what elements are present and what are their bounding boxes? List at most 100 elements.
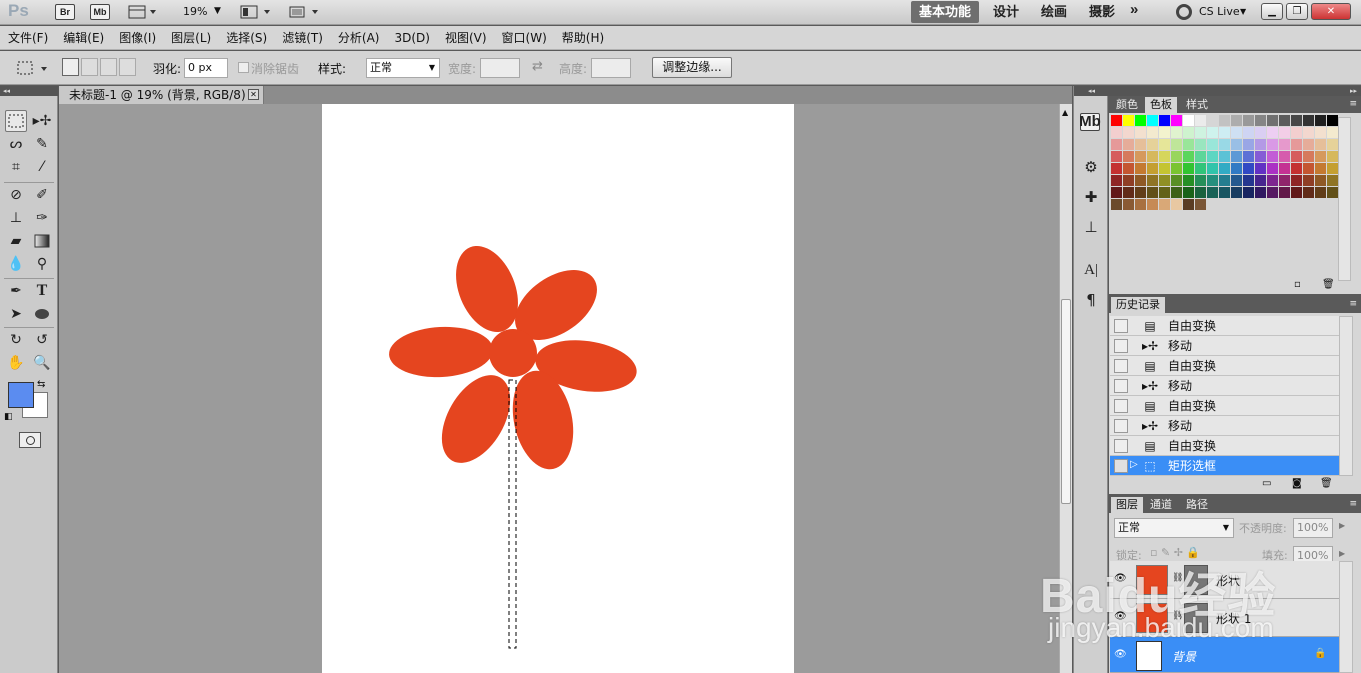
history-panel-menu-icon[interactable]: ≡ (1349, 299, 1357, 309)
color-swatch[interactable] (1267, 151, 1278, 162)
tools-panel-collapse-icon[interactable]: ◂◂ (0, 86, 58, 96)
color-swatch[interactable] (1327, 187, 1338, 198)
mini-bridge-panel-icon[interactable]: Mb (1079, 113, 1101, 131)
color-swatch[interactable] (1147, 199, 1158, 210)
arrange-documents-button[interactable] (240, 4, 274, 20)
intersect-selection-icon[interactable] (119, 58, 136, 76)
menu-analysis[interactable]: 分析(A) (338, 29, 380, 46)
color-swatch[interactable] (1171, 175, 1182, 186)
menu-view[interactable]: 视图(V) (445, 29, 487, 46)
menu-layer[interactable]: 图层(L) (171, 29, 211, 46)
color-swatch[interactable] (1207, 163, 1218, 174)
brush-presets-icon[interactable]: ✚ (1080, 186, 1102, 208)
history-item[interactable]: ▤ 自由变换 (1110, 316, 1339, 336)
color-swatch[interactable] (1111, 175, 1122, 186)
color-swatch[interactable] (1255, 187, 1266, 198)
restore-button[interactable]: ❐ (1286, 3, 1308, 20)
swatches-scrollbar[interactable] (1338, 117, 1351, 281)
color-swatch[interactable] (1243, 163, 1254, 174)
tool-presets-icon[interactable]: ⚙ (1080, 156, 1102, 178)
history-item[interactable]: ▤ 自由变换 (1110, 356, 1339, 376)
color-swatch[interactable] (1243, 115, 1254, 126)
pen-tool[interactable]: ✒ (5, 280, 27, 302)
more-workspaces-button[interactable]: » (1122, 1, 1146, 23)
color-swatch[interactable] (1111, 139, 1122, 150)
color-swatch[interactable] (1111, 199, 1122, 210)
color-swatch[interactable] (1303, 175, 1314, 186)
color-swatch[interactable] (1195, 175, 1206, 186)
history-item[interactable]: ▤ 自由变换 (1110, 396, 1339, 416)
color-swatch[interactable] (1327, 115, 1338, 126)
screen-mode-button[interactable] (288, 4, 322, 20)
color-swatch[interactable] (1279, 115, 1290, 126)
color-swatch[interactable] (1123, 175, 1134, 186)
color-swatch[interactable] (1231, 175, 1242, 186)
view-extras-button[interactable] (128, 4, 158, 20)
brush-tool[interactable]: ✐ (31, 184, 53, 206)
document-canvas[interactable] (322, 104, 794, 673)
color-swatch[interactable] (1135, 199, 1146, 210)
color-swatch[interactable] (1159, 163, 1170, 174)
menu-window[interactable]: 窗口(W) (502, 29, 547, 46)
color-swatch[interactable] (1291, 175, 1302, 186)
antialias-checkbox[interactable] (238, 62, 249, 73)
create-snapshot-icon[interactable]: ◙ (1292, 478, 1302, 489)
color-swatch[interactable] (1135, 115, 1146, 126)
color-swatch[interactable] (1171, 151, 1182, 162)
color-swatch[interactable] (1291, 151, 1302, 162)
spot-healing-tool[interactable]: ⊘ (5, 184, 27, 206)
blend-mode-select[interactable]: 正常 ▼ (1114, 518, 1234, 538)
close-document-icon[interactable]: ✕ (248, 89, 259, 100)
color-swatch[interactable] (1123, 115, 1134, 126)
color-swatch[interactable] (1183, 187, 1194, 198)
eyedropper-tool[interactable]: ⁄ (31, 156, 53, 178)
zoom-tool[interactable]: 🔍 (31, 352, 53, 374)
new-swatch-icon[interactable]: ▫ (1294, 279, 1301, 290)
history-snapshot-checkbox[interactable] (1114, 379, 1128, 393)
color-swatch[interactable] (1183, 151, 1194, 162)
color-swatch[interactable] (1231, 115, 1242, 126)
color-swatch[interactable] (1219, 139, 1230, 150)
color-swatch[interactable] (1219, 187, 1230, 198)
color-swatch[interactable] (1159, 199, 1170, 210)
character-panel-icon[interactable]: A| (1080, 259, 1102, 281)
color-swatch[interactable] (1231, 127, 1242, 138)
menu-image[interactable]: 图像(I) (119, 29, 156, 46)
history-snapshot-checkbox[interactable] (1114, 339, 1128, 353)
color-swatch[interactable] (1219, 115, 1230, 126)
swap-colors-icon[interactable]: ⇆ (37, 379, 45, 390)
workspace-essentials[interactable]: 基本功能 (911, 1, 980, 23)
color-swatch[interactable] (1159, 175, 1170, 186)
cs-live-dropdown-icon[interactable]: ▼ (1240, 7, 1246, 16)
swap-dimensions-icon[interactable]: ⇄ (532, 59, 543, 74)
color-swatch[interactable] (1291, 187, 1302, 198)
menu-file[interactable]: 文件(F) (8, 29, 48, 46)
color-swatch[interactable] (1219, 127, 1230, 138)
hand-tool[interactable]: ✋ (5, 352, 27, 374)
color-swatch[interactable] (1123, 151, 1134, 162)
rectangular-marquee-tool[interactable] (5, 110, 27, 132)
color-swatch[interactable] (1243, 151, 1254, 162)
tool-preset-picker[interactable] (14, 58, 50, 78)
document-tab[interactable]: 未标题-1 @ 19% (背景, RGB/8) * ✕ (59, 86, 264, 104)
color-swatch[interactable] (1147, 151, 1158, 162)
strip-collapse-icon[interactable]: ◂◂ (1074, 86, 1109, 96)
color-swatch[interactable] (1207, 187, 1218, 198)
menu-filter[interactable]: 滤镜(T) (282, 29, 323, 46)
color-swatch[interactable] (1183, 139, 1194, 150)
color-swatch[interactable] (1123, 127, 1134, 138)
history-item[interactable]: ▸✢ 移动 (1110, 416, 1339, 436)
color-swatch[interactable] (1327, 175, 1338, 186)
color-swatch[interactable] (1183, 175, 1194, 186)
color-swatch[interactable] (1159, 187, 1170, 198)
color-swatch[interactable] (1267, 163, 1278, 174)
color-swatch[interactable] (1267, 115, 1278, 126)
bridge-button[interactable]: Br (55, 4, 75, 20)
color-swatch[interactable] (1207, 151, 1218, 162)
color-swatch[interactable] (1303, 139, 1314, 150)
cs-live-button[interactable]: CS Live (1199, 5, 1240, 18)
color-swatch[interactable] (1291, 139, 1302, 150)
color-swatch[interactable] (1315, 115, 1326, 126)
color-swatch[interactable] (1183, 127, 1194, 138)
color-swatch[interactable] (1219, 175, 1230, 186)
